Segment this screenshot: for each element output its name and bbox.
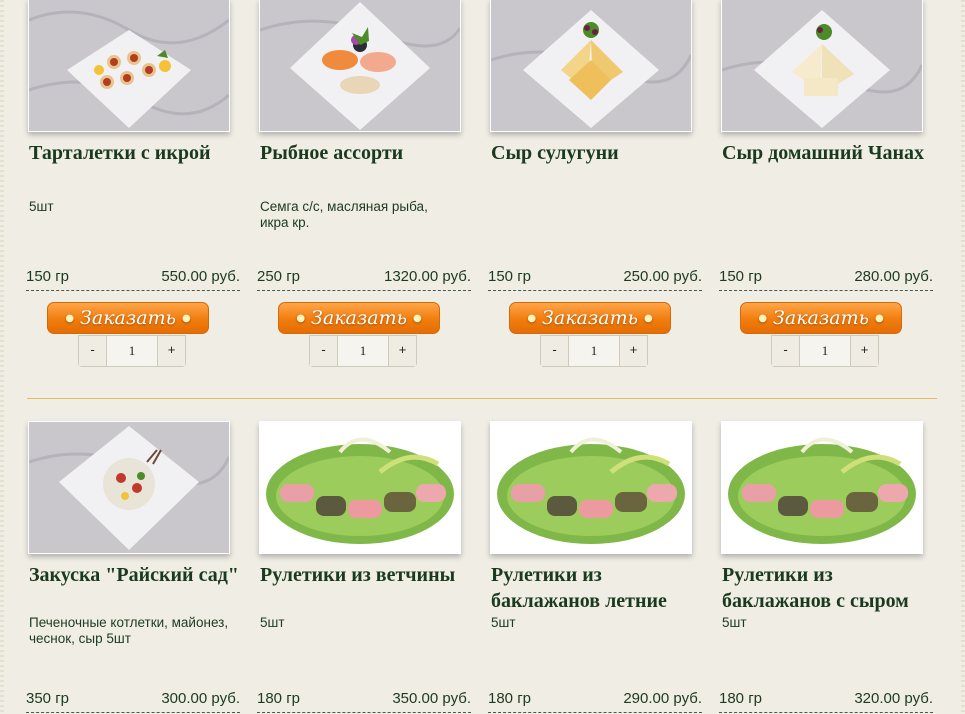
order-button-label: Заказать	[80, 307, 176, 329]
product-photo-tartlets[interactable]	[28, 0, 230, 132]
product-photo-chanakh[interactable]	[721, 0, 923, 132]
product-title[interactable]: Сыр домашний Чанах	[722, 140, 938, 166]
quantity-input[interactable]	[338, 336, 388, 366]
eggplant-rolls-summer-photo	[491, 422, 691, 553]
product-description: Семга с/с, масляная рыба, икра кр.	[260, 199, 428, 230]
product-weight: 250 гр	[257, 268, 301, 285]
sparkle-icon: ●	[65, 313, 75, 324]
quantity-stepper: - +	[309, 335, 417, 367]
product-description: Печеночные котлетки, майонез, чеснок, сы…	[29, 615, 229, 646]
sparkle-icon: ●	[874, 313, 884, 324]
product-weight: 180 гр	[257, 690, 301, 707]
order-button[interactable]: ● Заказать ●	[278, 302, 440, 334]
tartlets-photo	[29, 0, 229, 131]
chanakh-cheese-photo	[722, 0, 922, 131]
order-button[interactable]: ● Заказать ●	[740, 302, 902, 334]
product-price: 250.00 руб.	[623, 268, 702, 285]
product-title[interactable]: Рулетики из ветчины	[260, 562, 476, 588]
row-divider	[27, 398, 937, 399]
product-photo-fish[interactable]	[259, 0, 461, 132]
sparkle-icon: ●	[643, 313, 653, 324]
increment-button[interactable]: +	[850, 336, 878, 366]
product-title[interactable]: Рулетики из баклажанов летние	[491, 562, 707, 614]
decrement-button[interactable]: -	[541, 336, 569, 366]
quantity-stepper: - +	[771, 335, 879, 367]
product-description: 5шт	[29, 199, 54, 214]
product-price: 1320.00 руб.	[384, 268, 471, 285]
increment-button[interactable]: +	[157, 336, 185, 366]
quantity-stepper: - +	[540, 335, 648, 367]
decrement-button[interactable]: -	[310, 336, 338, 366]
price-line: 180 гр 290.00 руб.	[488, 690, 702, 713]
price-line: 150 гр 550.00 руб.	[26, 268, 240, 291]
fish-platter-photo	[260, 0, 460, 131]
sparkle-icon: ●	[296, 313, 306, 324]
product-photo-paradise[interactable]	[28, 421, 230, 554]
decrement-button[interactable]: -	[79, 336, 107, 366]
order-button[interactable]: ● Заказать ●	[47, 302, 209, 334]
quantity-input[interactable]	[569, 336, 619, 366]
product-price: 280.00 руб.	[854, 268, 933, 285]
product-weight: 150 гр	[26, 268, 70, 285]
product-weight: 180 гр	[488, 690, 532, 707]
price-line: 180 гр 350.00 руб.	[257, 690, 471, 713]
product-weight: 150 гр	[719, 268, 763, 285]
product-grid: Тарталетки с икрой 5шт 150 гр 550.00 руб…	[0, 0, 965, 714]
product-photo-suluguni[interactable]	[490, 0, 692, 132]
product-title[interactable]: Рыбное ассорти	[260, 140, 476, 166]
product-weight: 350 гр	[26, 690, 70, 707]
product-price: 550.00 руб.	[161, 268, 240, 285]
price-line: 150 гр 280.00 руб.	[719, 268, 933, 291]
product-price: 290.00 руб.	[623, 690, 702, 707]
product-price: 320.00 руб.	[854, 690, 933, 707]
increment-button[interactable]: +	[619, 336, 647, 366]
product-price: 300.00 руб.	[161, 690, 240, 707]
quantity-input[interactable]	[800, 336, 850, 366]
order-button-label: Заказать	[542, 307, 638, 329]
product-photo-ham-rolls[interactable]	[259, 421, 461, 554]
ham-rolls-photo	[260, 422, 460, 553]
product-description: 5шт	[722, 615, 747, 630]
product-description: 5шт	[491, 615, 516, 630]
price-line: 250 гр 1320.00 руб.	[257, 268, 471, 291]
sparkle-icon: ●	[758, 313, 768, 324]
price-line: 150 гр 250.00 руб.	[488, 268, 702, 291]
product-photo-eggplant-cheese[interactable]	[721, 421, 923, 554]
price-line: 180 гр 320.00 руб.	[719, 690, 933, 713]
product-description: 5шт	[260, 615, 285, 630]
paradise-garden-photo	[29, 422, 229, 553]
increment-button[interactable]: +	[388, 336, 416, 366]
price-line: 350 гр 300.00 руб.	[26, 690, 240, 713]
product-title[interactable]: Сыр сулугуни	[491, 140, 707, 166]
product-weight: 150 гр	[488, 268, 532, 285]
decrement-button[interactable]: -	[772, 336, 800, 366]
product-price: 350.00 руб.	[392, 690, 471, 707]
quantity-stepper: - +	[78, 335, 186, 367]
product-photo-eggplant-summer[interactable]	[490, 421, 692, 554]
sparkle-icon: ●	[412, 313, 422, 324]
sparkle-icon: ●	[181, 313, 191, 324]
product-weight: 180 гр	[719, 690, 763, 707]
product-title[interactable]: Тарталетки с икрой	[29, 140, 245, 166]
suluguni-cheese-photo	[491, 0, 691, 131]
sparkle-icon: ●	[527, 313, 537, 324]
product-title[interactable]: Рулетики из баклажанов с сыром	[722, 562, 938, 614]
order-button[interactable]: ● Заказать ●	[509, 302, 671, 334]
eggplant-rolls-cheese-photo	[722, 422, 922, 553]
product-title[interactable]: Закуска "Райский сад"	[29, 562, 245, 588]
quantity-input[interactable]	[107, 336, 157, 366]
order-button-label: Заказать	[311, 307, 407, 329]
order-button-label: Заказать	[773, 307, 869, 329]
